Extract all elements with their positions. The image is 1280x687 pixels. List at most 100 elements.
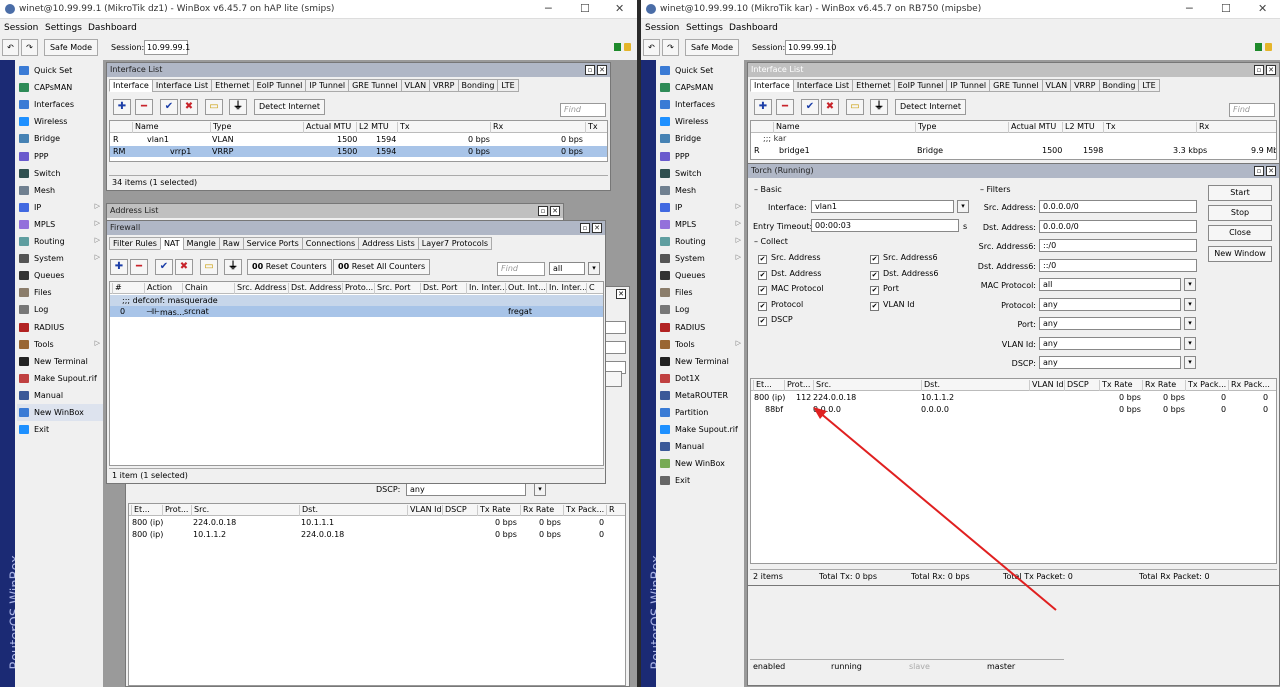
comment-icon[interactable]: ▭ (200, 259, 218, 275)
col-action[interactable]: Action (144, 283, 172, 294)
tab-bonding[interactable]: Bonding (457, 79, 499, 92)
minimize-icon[interactable]: ─ (545, 2, 552, 15)
col-rx[interactable]: Rx (490, 122, 503, 133)
col-in-inter[interactable]: In. Inter... (546, 283, 587, 294)
dropdown-icon[interactable]: ▾ (588, 262, 600, 275)
sidebar-item-make-supout-rif[interactable]: Make Supout.rif (17, 370, 103, 387)
tab-interface[interactable]: Interface (109, 79, 153, 92)
sidebar-item-ip[interactable]: IP ▷ (17, 199, 103, 216)
sidebar-item-quick-set[interactable]: Quick Set (17, 62, 103, 79)
dscp-field[interactable]: any (406, 483, 526, 496)
enable-icon[interactable]: ✔ (160, 99, 178, 115)
col-chain[interactable]: Chain (182, 283, 208, 294)
safe-mode-button[interactable]: Safe Mode (44, 39, 98, 56)
col-txrate[interactable]: Tx Rate (477, 505, 511, 516)
sidebar-item-routing[interactable]: Routing ▷ (17, 233, 103, 250)
detect-internet-button[interactable]: Detect Internet (254, 99, 325, 115)
sidebar-item-capsman[interactable]: CAPsMAN (17, 79, 103, 96)
restore-icon[interactable]: ▫ (580, 223, 590, 233)
add-icon[interactable]: ✚ (110, 259, 128, 275)
remove-icon[interactable]: ━ (135, 99, 153, 115)
menu-settings[interactable]: Settings (45, 23, 82, 33)
remove-icon[interactable]: ━ (130, 259, 148, 275)
col-c[interactable]: C (586, 283, 595, 294)
col-tx2[interactable]: Tx (585, 122, 598, 133)
col-src-address[interactable]: Src. Address (234, 283, 287, 294)
col-name[interactable]: Name (132, 122, 159, 133)
undo-icon[interactable]: ↶ (2, 39, 19, 56)
close-icon[interactable]: ✕ (615, 2, 624, 15)
col-mtu[interactable]: Actual MTU (303, 122, 351, 133)
menu-dashboard[interactable]: Dashboard (88, 23, 137, 33)
restore-icon[interactable]: ▫ (585, 65, 595, 75)
filter-icon[interactable]: ⏚ (224, 259, 242, 275)
sidebar-item-wireless[interactable]: Wireless (17, 113, 103, 130)
tab-vlan[interactable]: VLAN (400, 79, 431, 92)
tab-mangle[interactable]: Mangle (182, 237, 220, 250)
col-proto[interactable]: Proto... (342, 283, 373, 294)
tab-service-ports[interactable]: Service Ports (242, 237, 303, 250)
col-dst-address[interactable]: Dst. Address (288, 283, 341, 294)
table-row[interactable]: 800 (ip) 10.1.1.2 224.0.0.18 0 bps 0 bps… (129, 529, 625, 540)
table-row[interactable]: RM vrrp1 VRRP 1500 1594 0 bps 0 bps (110, 146, 607, 157)
col-et[interactable]: Et... (131, 505, 150, 516)
sidebar-item-queues[interactable]: Queues (17, 267, 103, 284)
tab-raw[interactable]: Raw (218, 237, 244, 250)
tab-eoip-tunnel[interactable]: EoIP Tunnel (252, 79, 307, 92)
col-hash[interactable]: # (112, 283, 122, 294)
tab-lte[interactable]: LTE (497, 79, 519, 92)
tab-address-lists[interactable]: Address Lists (358, 237, 419, 250)
tab-interface-list[interactable]: Interface List (151, 79, 213, 92)
close-icon[interactable]: ✕ (550, 206, 560, 216)
sidebar-item-new-terminal[interactable]: New Terminal (17, 353, 103, 370)
table-row[interactable]: R vlan1 VLAN 1500 1594 0 bps 0 bps (110, 134, 607, 145)
enable-icon[interactable]: ✔ (155, 259, 173, 275)
sidebar-item-new-winbox[interactable]: New WinBox (17, 404, 103, 421)
menu-session[interactable]: Session (4, 23, 38, 33)
col-txpack[interactable]: Tx Pack... (563, 505, 604, 516)
tab-ip-tunnel[interactable]: IP Tunnel (305, 79, 350, 92)
find-input[interactable]: Find (560, 103, 606, 117)
col-vlan[interactable]: VLAN Id (407, 505, 442, 516)
sidebar-item-mesh[interactable]: Mesh (17, 182, 103, 199)
sidebar-item-exit[interactable]: Exit (17, 421, 103, 438)
filter-icon[interactable]: ⏚ (229, 99, 247, 115)
disable-icon[interactable]: ✖ (175, 259, 193, 275)
sidebar-item-radius[interactable]: RADIUS (17, 319, 103, 336)
col-r[interactable]: R (606, 505, 615, 516)
col-dst[interactable]: Dst. (299, 505, 318, 516)
col-out-int[interactable]: Out. Int... (505, 283, 546, 294)
reset-counters-button[interactable]: 00 Reset Counters (247, 259, 332, 275)
sidebar-item-ppp[interactable]: PPP (17, 148, 103, 165)
table-row[interactable]: 0 ⊣⊩ mas... srcnat fregat (110, 306, 603, 317)
tab-nat[interactable]: NAT (159, 237, 184, 250)
col-proto[interactable]: Prot... (162, 505, 188, 516)
sidebar-item-manual[interactable]: Manual (17, 387, 103, 404)
restore-icon[interactable]: ▫ (538, 206, 548, 216)
col-src-port[interactable]: Src. Port (374, 283, 411, 294)
find-input[interactable]: Find (497, 262, 545, 276)
tab-gre-tunnel[interactable]: GRE Tunnel (348, 79, 402, 92)
col-l2mtu[interactable]: L2 MTU (356, 122, 389, 133)
col-rxrate[interactable]: Rx Rate (520, 505, 554, 516)
sidebar-item-log[interactable]: Log (17, 301, 103, 318)
table-row[interactable]: 800 (ip) 224.0.0.18 10.1.1.1 0 bps 0 bps… (129, 517, 625, 528)
col-type[interactable]: Type (210, 122, 231, 133)
redo-icon[interactable]: ↷ (21, 39, 38, 56)
close-icon[interactable]: ✕ (597, 65, 607, 75)
col-dst-port[interactable]: Dst. Port (420, 283, 457, 294)
tab-vrrp[interactable]: VRRP (429, 79, 459, 92)
sidebar-item-interfaces[interactable]: Interfaces (17, 96, 103, 113)
sidebar-item-system[interactable]: System ▷ (17, 250, 103, 267)
tab-filter-rules[interactable]: Filter Rules (109, 237, 161, 250)
close-icon[interactable]: ✕ (592, 223, 602, 233)
sidebar-item-tools[interactable]: Tools ▷ (17, 336, 103, 353)
dropdown-icon[interactable]: ▾ (534, 483, 546, 496)
tab-connections[interactable]: Connections (301, 237, 360, 250)
tab-layer7-protocols[interactable]: Layer7 Protocols (417, 237, 493, 250)
col-tx[interactable]: Tx (397, 122, 410, 133)
disable-icon[interactable]: ✖ (180, 99, 198, 115)
comment-icon[interactable]: ▭ (205, 99, 223, 115)
close-icon[interactable]: ✕ (616, 289, 626, 299)
chain-filter[interactable]: all (549, 262, 585, 275)
